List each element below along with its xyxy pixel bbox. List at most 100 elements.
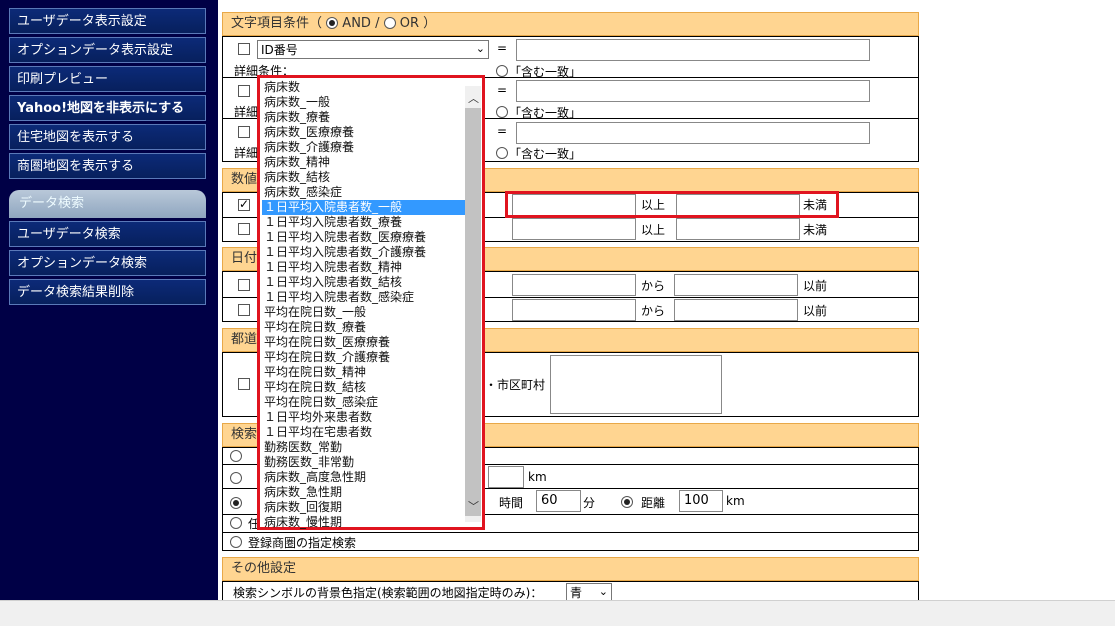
dropdown-scrollbar-thumb[interactable] [465,108,481,516]
prefecture-title: 都道 [231,332,258,347]
scroll-down-icon[interactable]: ﹀ [468,498,479,514]
dropdown-option[interactable]: 病床数_療養 [262,110,470,125]
text-condition-1-checkbox[interactable] [238,43,250,55]
other-settings-body: 検索シンボルの背景色指定(検索範囲の地図指定時のみ)： 青 ⌄ [222,581,919,601]
range-option-3-radio[interactable] [230,497,242,509]
or-radio[interactable] [383,17,396,29]
registered-area-radio[interactable] [230,536,242,548]
minutes-label: 分 [583,496,596,510]
dropdown-option[interactable]: 病床数_急性期 [262,485,470,500]
dropdown-option[interactable]: 病床数_感染症 [262,185,470,200]
contains-radio-3[interactable] [496,147,508,159]
radius-input[interactable] [488,466,524,488]
dropdown-option[interactable]: 病床数_一般 [262,95,470,110]
gte-label-2: 以上 [641,223,666,237]
dropdown-option[interactable]: 病床数_精神 [262,155,470,170]
dropdown-option[interactable]: 病床数_高度急性期 [262,470,470,485]
nav-hide-yahoo-map[interactable]: Yahoo!地図を非表示にする [9,95,206,121]
dropdown-option[interactable]: 平均在院日数_療養 [262,320,470,335]
contains-label-2: 「含む一致」 [509,106,582,120]
text-value-input-3[interactable] [516,122,870,144]
date-condition-1-checkbox[interactable] [238,279,250,291]
equals-label-1: = [497,41,508,55]
nav-option-data-search[interactable]: オプションデータ検索 [9,250,206,276]
nav-show-residential-map[interactable]: 住宅地図を表示する [9,124,206,150]
text-value-input-1[interactable] [516,39,870,61]
from-label-1: から [641,279,666,293]
date-from-input-1[interactable] [512,274,636,296]
dropdown-option[interactable]: 病床数_結核 [262,170,470,185]
sidebar: ユーザデータ表示設定 オプションデータ表示設定 印刷プレビュー Yahoo!地図… [0,0,218,600]
nav-print-preview[interactable]: 印刷プレビュー [9,66,206,92]
scroll-up-icon[interactable]: ︿ [468,90,479,106]
text-field-select[interactable]: ID番号 ⌄ [257,40,489,59]
dropdown-option[interactable]: １日平均入院患者数_医療療養 [262,230,470,245]
or-label: OR [399,16,420,31]
nav-user-data-display-settings[interactable]: ユーザデータ表示設定 [9,8,206,34]
date-to-input-2[interactable] [674,299,798,321]
distance-radio[interactable] [621,496,633,508]
dropdown-option[interactable]: １日平均入院患者数_療養 [262,215,470,230]
text-condition-2-checkbox[interactable] [238,85,250,97]
numeric-min-input-2[interactable] [512,218,636,240]
contains-label-1: 「含む一致」 [509,65,582,79]
date-from-input-2[interactable] [512,299,636,321]
dropdown-option[interactable]: 平均在院日数_精神 [262,365,470,380]
date-condition-2-checkbox[interactable] [238,304,250,316]
nav-show-trade-area-map[interactable]: 商圏地図を表示する [9,153,206,179]
city-listbox[interactable] [550,355,722,414]
bg-color-select-value: 青 [570,586,583,600]
nav-user-data-search[interactable]: ユーザデータ検索 [9,221,206,247]
dropdown-option[interactable]: １日平均入院患者数_一般 [262,200,470,215]
nav-option-data-display-settings[interactable]: オプションデータ表示設定 [9,37,206,63]
text-conditions-title: 文字項目条件（ [231,16,323,31]
dropdown-option[interactable]: １日平均在宅患者数 [262,425,470,440]
other-settings-title: その他設定 [231,561,297,576]
dropdown-option[interactable]: 病床数_介護療養 [262,140,470,155]
lt-label-2: 未満 [803,223,828,237]
nav-delete-search-results[interactable]: データ検索結果削除 [9,279,206,305]
numeric-condition-1-checkbox[interactable] [238,197,250,211]
time-label: 時間 [499,496,524,510]
text-condition-3-checkbox[interactable] [238,126,250,138]
equals-label-2: = [497,83,508,97]
time-input[interactable]: 60 [536,490,581,512]
dropdown-option[interactable]: 病床数_慢性期 [262,515,470,530]
km-label: km [528,470,547,484]
dropdown-option[interactable]: 平均在院日数_介護療養 [262,350,470,365]
dropdown-option[interactable]: 平均在院日数_結核 [262,380,470,395]
dropdown-option[interactable]: １日平均入院患者数_介護療養 [262,245,470,260]
dropdown-option[interactable]: 勤務医数_常勤 [262,440,470,455]
status-bar [0,600,1115,626]
dropdown-option[interactable]: １日平均外来患者数 [262,410,470,425]
range-option-1-radio[interactable] [230,450,242,462]
text-value-input-2[interactable] [516,80,870,102]
dropdown-option[interactable]: １日平均入院患者数_精神 [262,260,470,275]
range-option-2-radio[interactable] [230,472,242,484]
distance-input[interactable]: 100 [679,490,723,512]
chevron-down-icon: ⌄ [598,585,608,598]
and-radio[interactable] [326,17,339,29]
contains-radio-2[interactable] [496,106,508,118]
dropdown-option[interactable]: 勤務医数_非常勤 [262,455,470,470]
numeric-max-input-2[interactable] [676,218,800,240]
date-to-input-1[interactable] [674,274,798,296]
bg-color-select[interactable]: 青 ⌄ [566,583,612,601]
numeric-condition-2-checkbox[interactable] [238,223,250,235]
dropdown-option[interactable]: 病床数_回復期 [262,500,470,515]
other-settings-header: その他設定 [222,557,919,581]
dropdown-option[interactable]: １日平均入院患者数_感染症 [262,290,470,305]
dropdown-option[interactable]: 病床数 [262,80,470,95]
dropdown-option[interactable]: 病床数_医療療養 [262,125,470,140]
field-dropdown-list[interactable]: 病床数 病床数_一般 病床数_療養 病床数_医療療養 病床数_介護療養 病床数_精神 病床数… [257,75,485,530]
dropdown-option[interactable]: 平均在院日数_医療療養 [262,335,470,350]
before-label-2: 以前 [803,304,828,318]
dropdown-option[interactable]: 平均在院日数_一般 [262,305,470,320]
range-option-4-radio[interactable] [230,517,242,529]
dropdown-option[interactable]: １日平均入院患者数_結核 [262,275,470,290]
before-label-1: 以前 [803,279,828,293]
dropdown-option[interactable]: 平均在院日数_感染症 [262,395,470,410]
prefecture-checkbox[interactable] [238,378,250,390]
from-label-2: から [641,304,666,318]
contains-radio-1[interactable] [496,65,508,77]
